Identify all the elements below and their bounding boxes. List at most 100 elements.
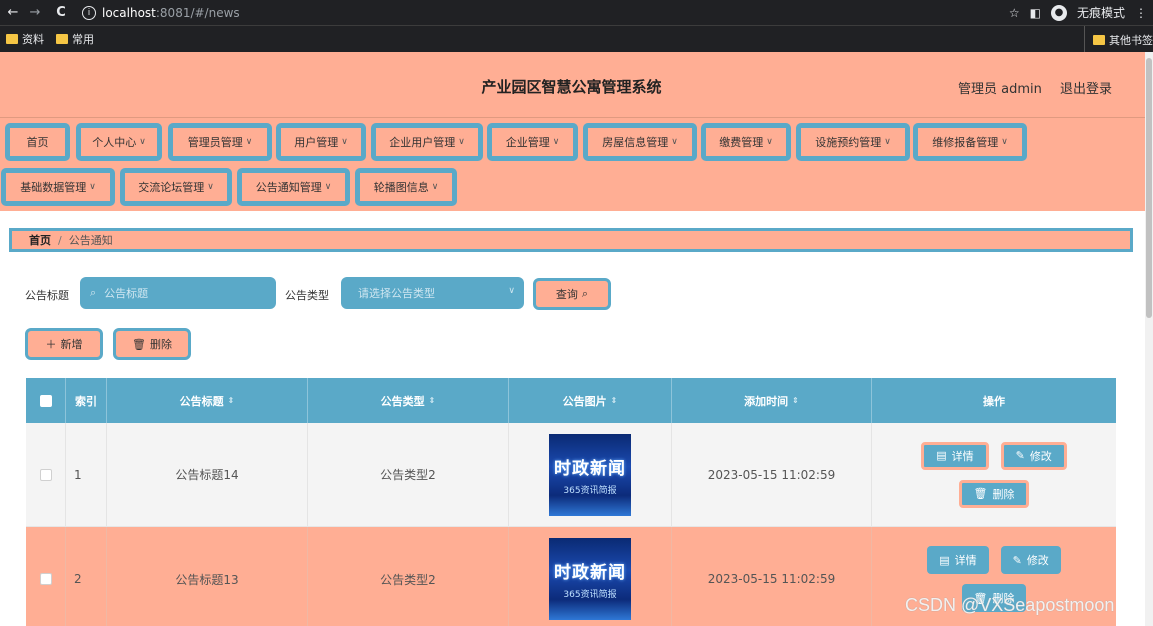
sort-icon[interactable]: ⇕	[228, 396, 235, 405]
sort-icon[interactable]: ⇕	[429, 396, 436, 405]
row-title: 公告标题14	[107, 423, 308, 526]
delete-label: 删除	[992, 487, 1015, 501]
column-header-title[interactable]: 公告标题 ⇕	[107, 378, 308, 423]
menu-label: 首页	[26, 136, 49, 149]
pencil-icon: ✎	[1015, 449, 1025, 462]
column-header-type[interactable]: 公告类型 ⇕	[308, 378, 509, 423]
star-icon[interactable]: ☆	[1009, 6, 1020, 20]
menu-item-company-users[interactable]: 企业用户管理 ∨	[371, 123, 483, 161]
menu-item-home[interactable]: 首页	[5, 123, 70, 161]
type-select-placeholder: 请选择公告类型	[358, 287, 435, 300]
chevron-down-icon: ∨	[207, 182, 214, 192]
row-checkbox[interactable]	[39, 573, 52, 585]
menu-label: 公告通知管理	[255, 181, 322, 194]
menu-item-admin[interactable]: 管理员管理 ∨	[168, 123, 272, 161]
column-header-time[interactable]: 添加时间 ⇕	[672, 378, 872, 423]
folder-icon	[56, 34, 68, 44]
select-all-checkbox[interactable]	[39, 394, 52, 407]
menu-item-forum[interactable]: 交流论坛管理 ∨	[120, 168, 232, 206]
chevron-down-icon: ∨	[89, 182, 96, 192]
add-button[interactable]: ＋ 新增	[25, 328, 103, 360]
detail-button[interactable]: ▤ 详情	[927, 546, 989, 574]
menu-label: 设施预约管理	[815, 136, 882, 149]
menu-item-housing[interactable]: 房屋信息管理 ∨	[583, 123, 697, 161]
bookmark-folder[interactable]: 常用	[56, 31, 94, 47]
type-select[interactable]: 请选择公告类型 ∨	[341, 277, 524, 309]
breadcrumb-home[interactable]: 首页	[29, 232, 51, 248]
row-checkbox[interactable]	[39, 468, 52, 481]
document-icon: ▤	[936, 449, 947, 462]
announcement-image[interactable]: 时政新闻 365资讯简报	[549, 538, 631, 620]
delete-button-label: 删除	[149, 338, 172, 351]
announcement-image[interactable]: 时政新闻 365资讯简报	[549, 433, 631, 516]
chevron-down-icon: ∨	[324, 182, 332, 192]
row-time: 2023-05-15 11:02:59	[672, 423, 872, 526]
query-button[interactable]: 查询 ⌕	[533, 278, 611, 310]
column-header-index: 索引	[66, 378, 107, 423]
image-subtitle: 365资讯简报	[563, 590, 617, 600]
breadcrumb-separator: /	[58, 233, 62, 247]
back-arrow-icon[interactable]: ←	[4, 5, 22, 20]
menu-label: 管理员管理	[187, 136, 243, 149]
menu-item-repairs[interactable]: 维修报备管理 ∨	[913, 123, 1027, 161]
title-search-input[interactable]: ⌕ 公告标题	[80, 277, 276, 309]
sort-icon[interactable]: ⇕	[611, 396, 618, 405]
other-bookmarks[interactable]: 其他书签	[1084, 26, 1153, 53]
menu-item-carousel[interactable]: 轮播图信息 ∨	[355, 168, 457, 206]
title-search-placeholder: 公告标题	[104, 287, 149, 300]
bookmark-folder[interactable]: 资料	[6, 31, 44, 47]
detail-label: 详情	[954, 554, 977, 567]
menu-label: 交流论坛管理	[138, 181, 205, 194]
menu-item-announcements[interactable]: 公告通知管理 ∨	[237, 168, 350, 206]
menu-item-companies[interactable]: 企业管理 ∨	[487, 123, 578, 161]
image-subtitle: 365资讯简报	[563, 485, 617, 496]
menu-label: 维修报备管理	[932, 136, 999, 149]
menu-item-payments[interactable]: 缴费管理 ∨	[701, 123, 791, 161]
delete-button[interactable]: 🗑 删除	[958, 479, 1030, 508]
reload-icon[interactable]: C	[52, 5, 70, 20]
folder-icon	[6, 34, 18, 44]
url-host: localhost	[102, 5, 156, 20]
page-scrollbar[interactable]	[1145, 52, 1153, 626]
row-index: 1	[66, 423, 107, 526]
address-bar[interactable]: localhost:8081/#/news	[102, 6, 240, 20]
detail-button[interactable]: ▤ 详情	[921, 441, 989, 470]
menu-item-facility-booking[interactable]: 设施预约管理 ∨	[796, 123, 910, 161]
menu-label: 轮播图信息	[373, 181, 429, 194]
column-label: 公告图片	[562, 394, 607, 408]
column-header-actions: 操作	[872, 378, 1116, 423]
incognito-label[interactable]: 无痕模式	[1077, 4, 1125, 21]
batch-delete-button[interactable]: 🗑 删除	[113, 328, 191, 360]
image-headline: 时政新闻	[554, 563, 626, 583]
row-time: 2023-05-15 11:02:59	[672, 527, 872, 626]
menu-label: 企业用户管理	[389, 136, 456, 149]
menu-item-personal[interactable]: 个人中心 ∨	[76, 123, 162, 161]
row-type: 公告类型2	[308, 423, 509, 526]
logout-link[interactable]: 退出登录	[1060, 78, 1112, 97]
table-header: 索引 公告标题 ⇕ 公告类型 ⇕ 公告图片 ⇕ 添加时间 ⇕ 操作	[26, 378, 1116, 423]
edit-button[interactable]: ✎ 修改	[1000, 441, 1067, 470]
chevron-down-icon: ∨	[245, 137, 253, 147]
app-header: 产业园区智慧公寓管理系统 管理员 admin 退出登录	[0, 52, 1153, 118]
menu-item-base-data[interactable]: 基础数据管理 ∨	[1, 168, 115, 206]
add-button-label: 新增	[60, 338, 83, 351]
sidebar-icon[interactable]: ◧	[1030, 6, 1041, 20]
url-path: :8081/#/news	[155, 5, 240, 20]
watermark: CSDN @VXSeapostmoon	[905, 595, 1115, 615]
column-label: 公告标题	[179, 394, 224, 408]
menu-item-users[interactable]: 用户管理 ∨	[276, 123, 366, 161]
edit-button[interactable]: ✎ 修改	[1000, 546, 1061, 574]
menu-label: 基础数据管理	[20, 181, 87, 194]
row-title: 公告标题13	[107, 527, 308, 626]
chevron-down-icon: ∨	[671, 137, 678, 147]
bookmark-label: 资料	[22, 33, 44, 46]
info-icon[interactable]: i	[82, 5, 96, 20]
menu-kebab-icon[interactable]: ⋮	[1135, 6, 1147, 20]
scrollbar-thumb[interactable]	[1146, 58, 1152, 318]
column-header-image[interactable]: 公告图片 ⇕	[509, 378, 672, 423]
document-icon: ▤	[939, 553, 950, 567]
search-icon: ⌕	[90, 286, 97, 299]
column-label: 添加时间	[744, 394, 789, 408]
sort-icon[interactable]: ⇕	[792, 396, 799, 405]
forward-arrow-icon[interactable]: →	[26, 5, 44, 20]
